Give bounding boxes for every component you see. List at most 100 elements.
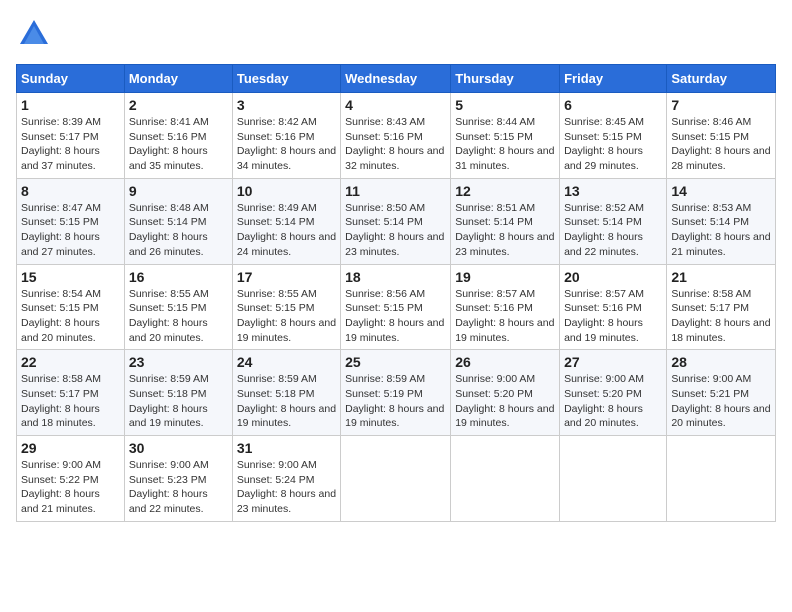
day-number: 25: [345, 354, 446, 370]
day-number: 27: [564, 354, 662, 370]
day-detail: Sunrise: 9:00 AM Sunset: 5:23 PM Dayligh…: [129, 459, 209, 515]
day-number: 31: [237, 440, 336, 456]
day-detail: Sunrise: 9:00 AM Sunset: 5:22 PM Dayligh…: [21, 459, 101, 515]
day-cell: 2 Sunrise: 8:41 AM Sunset: 5:16 PM Dayli…: [124, 93, 232, 179]
day-number: 4: [345, 97, 446, 113]
day-number: 28: [671, 354, 771, 370]
week-row-4: 22 Sunrise: 8:58 AM Sunset: 5:17 PM Dayl…: [17, 350, 776, 436]
day-detail: Sunrise: 8:59 AM Sunset: 5:18 PM Dayligh…: [129, 373, 209, 429]
day-cell: 31 Sunrise: 9:00 AM Sunset: 5:24 PM Dayl…: [232, 436, 340, 522]
day-number: 16: [129, 269, 228, 285]
day-cell: 29 Sunrise: 9:00 AM Sunset: 5:22 PM Dayl…: [17, 436, 125, 522]
day-number: 11: [345, 183, 446, 199]
week-row-5: 29 Sunrise: 9:00 AM Sunset: 5:22 PM Dayl…: [17, 436, 776, 522]
day-number: 2: [129, 97, 228, 113]
day-number: 3: [237, 97, 336, 113]
day-cell: 17 Sunrise: 8:55 AM Sunset: 5:15 PM Dayl…: [232, 264, 340, 350]
day-number: 30: [129, 440, 228, 456]
day-detail: Sunrise: 8:39 AM Sunset: 5:17 PM Dayligh…: [21, 116, 101, 172]
day-detail: Sunrise: 8:59 AM Sunset: 5:19 PM Dayligh…: [345, 373, 444, 429]
day-number: 19: [455, 269, 555, 285]
day-cell: 11 Sunrise: 8:50 AM Sunset: 5:14 PM Dayl…: [341, 178, 451, 264]
day-detail: Sunrise: 8:52 AM Sunset: 5:14 PM Dayligh…: [564, 202, 644, 258]
header-cell-tuesday: Tuesday: [232, 65, 340, 93]
day-detail: Sunrise: 8:59 AM Sunset: 5:18 PM Dayligh…: [237, 373, 336, 429]
day-cell: 13 Sunrise: 8:52 AM Sunset: 5:14 PM Dayl…: [560, 178, 667, 264]
day-detail: Sunrise: 8:41 AM Sunset: 5:16 PM Dayligh…: [129, 116, 209, 172]
day-detail: Sunrise: 8:53 AM Sunset: 5:14 PM Dayligh…: [671, 202, 770, 258]
day-cell: [667, 436, 776, 522]
header-cell-saturday: Saturday: [667, 65, 776, 93]
day-number: 9: [129, 183, 228, 199]
day-detail: Sunrise: 8:56 AM Sunset: 5:15 PM Dayligh…: [345, 288, 444, 344]
day-detail: Sunrise: 8:46 AM Sunset: 5:15 PM Dayligh…: [671, 116, 770, 172]
day-number: 20: [564, 269, 662, 285]
day-cell: 10 Sunrise: 8:49 AM Sunset: 5:14 PM Dayl…: [232, 178, 340, 264]
day-detail: Sunrise: 8:58 AM Sunset: 5:17 PM Dayligh…: [671, 288, 770, 344]
day-cell: 16 Sunrise: 8:55 AM Sunset: 5:15 PM Dayl…: [124, 264, 232, 350]
day-number: 22: [21, 354, 120, 370]
day-detail: Sunrise: 8:55 AM Sunset: 5:15 PM Dayligh…: [129, 288, 209, 344]
day-cell: 6 Sunrise: 8:45 AM Sunset: 5:15 PM Dayli…: [560, 93, 667, 179]
day-cell: 1 Sunrise: 8:39 AM Sunset: 5:17 PM Dayli…: [17, 93, 125, 179]
day-detail: Sunrise: 9:00 AM Sunset: 5:24 PM Dayligh…: [237, 459, 336, 515]
day-cell: 14 Sunrise: 8:53 AM Sunset: 5:14 PM Dayl…: [667, 178, 776, 264]
day-cell: 26 Sunrise: 9:00 AM Sunset: 5:20 PM Dayl…: [451, 350, 560, 436]
day-cell: 4 Sunrise: 8:43 AM Sunset: 5:16 PM Dayli…: [341, 93, 451, 179]
day-number: 14: [671, 183, 771, 199]
day-number: 7: [671, 97, 771, 113]
logo-icon: [16, 16, 52, 52]
day-cell: 18 Sunrise: 8:56 AM Sunset: 5:15 PM Dayl…: [341, 264, 451, 350]
day-number: 13: [564, 183, 662, 199]
day-cell: 8 Sunrise: 8:47 AM Sunset: 5:15 PM Dayli…: [17, 178, 125, 264]
day-number: 6: [564, 97, 662, 113]
day-detail: Sunrise: 8:42 AM Sunset: 5:16 PM Dayligh…: [237, 116, 336, 172]
day-detail: Sunrise: 9:00 AM Sunset: 5:20 PM Dayligh…: [564, 373, 644, 429]
day-detail: Sunrise: 8:47 AM Sunset: 5:15 PM Dayligh…: [21, 202, 101, 258]
day-detail: Sunrise: 9:00 AM Sunset: 5:20 PM Dayligh…: [455, 373, 554, 429]
day-cell: [451, 436, 560, 522]
day-detail: Sunrise: 8:55 AM Sunset: 5:15 PM Dayligh…: [237, 288, 336, 344]
calendar-table: SundayMondayTuesdayWednesdayThursdayFrid…: [16, 64, 776, 522]
day-detail: Sunrise: 8:57 AM Sunset: 5:16 PM Dayligh…: [564, 288, 644, 344]
day-number: 12: [455, 183, 555, 199]
day-cell: 15 Sunrise: 8:54 AM Sunset: 5:15 PM Dayl…: [17, 264, 125, 350]
day-cell: 9 Sunrise: 8:48 AM Sunset: 5:14 PM Dayli…: [124, 178, 232, 264]
day-detail: Sunrise: 8:48 AM Sunset: 5:14 PM Dayligh…: [129, 202, 209, 258]
header-cell-sunday: Sunday: [17, 65, 125, 93]
week-row-3: 15 Sunrise: 8:54 AM Sunset: 5:15 PM Dayl…: [17, 264, 776, 350]
day-number: 29: [21, 440, 120, 456]
logo: [16, 16, 58, 52]
day-cell: 25 Sunrise: 8:59 AM Sunset: 5:19 PM Dayl…: [341, 350, 451, 436]
day-number: 18: [345, 269, 446, 285]
day-number: 1: [21, 97, 120, 113]
day-number: 10: [237, 183, 336, 199]
header-row: SundayMondayTuesdayWednesdayThursdayFrid…: [17, 65, 776, 93]
day-number: 23: [129, 354, 228, 370]
day-cell: 5 Sunrise: 8:44 AM Sunset: 5:15 PM Dayli…: [451, 93, 560, 179]
day-detail: Sunrise: 9:00 AM Sunset: 5:21 PM Dayligh…: [671, 373, 770, 429]
day-cell: [560, 436, 667, 522]
header-cell-thursday: Thursday: [451, 65, 560, 93]
header-cell-wednesday: Wednesday: [341, 65, 451, 93]
day-cell: 27 Sunrise: 9:00 AM Sunset: 5:20 PM Dayl…: [560, 350, 667, 436]
day-cell: 24 Sunrise: 8:59 AM Sunset: 5:18 PM Dayl…: [232, 350, 340, 436]
day-detail: Sunrise: 8:50 AM Sunset: 5:14 PM Dayligh…: [345, 202, 444, 258]
day-detail: Sunrise: 8:51 AM Sunset: 5:14 PM Dayligh…: [455, 202, 554, 258]
header: [16, 16, 776, 52]
week-row-1: 1 Sunrise: 8:39 AM Sunset: 5:17 PM Dayli…: [17, 93, 776, 179]
day-detail: Sunrise: 8:45 AM Sunset: 5:15 PM Dayligh…: [564, 116, 644, 172]
day-number: 15: [21, 269, 120, 285]
day-number: 26: [455, 354, 555, 370]
day-detail: Sunrise: 8:54 AM Sunset: 5:15 PM Dayligh…: [21, 288, 101, 344]
day-number: 21: [671, 269, 771, 285]
day-number: 24: [237, 354, 336, 370]
day-cell: [341, 436, 451, 522]
day-detail: Sunrise: 8:57 AM Sunset: 5:16 PM Dayligh…: [455, 288, 554, 344]
day-detail: Sunrise: 8:44 AM Sunset: 5:15 PM Dayligh…: [455, 116, 554, 172]
day-number: 5: [455, 97, 555, 113]
day-cell: 7 Sunrise: 8:46 AM Sunset: 5:15 PM Dayli…: [667, 93, 776, 179]
day-cell: 28 Sunrise: 9:00 AM Sunset: 5:21 PM Dayl…: [667, 350, 776, 436]
day-detail: Sunrise: 8:49 AM Sunset: 5:14 PM Dayligh…: [237, 202, 336, 258]
day-detail: Sunrise: 8:43 AM Sunset: 5:16 PM Dayligh…: [345, 116, 444, 172]
